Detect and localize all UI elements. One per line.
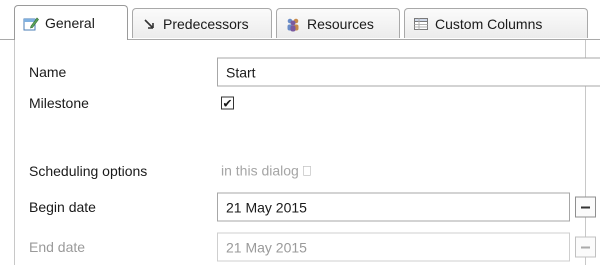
tab-custom-columns[interactable]: Custom Columns [404, 8, 588, 38]
milestone-label: Milestone [29, 95, 89, 111]
begin-date-row: Begin date 21 May 2015 [29, 192, 596, 222]
scheduling-row: Scheduling options in this dialog ⎕ [29, 156, 585, 186]
tab-general[interactable]: General [14, 5, 128, 40]
tab-predecessors-label: Predecessors [163, 15, 249, 32]
milestone-row: Milestone ✔ [29, 88, 585, 118]
minus-icon [581, 246, 590, 248]
general-edit-icon [23, 15, 39, 31]
name-label: Name [29, 64, 67, 80]
tab-strip: General Predecessors Resources Custom Co… [0, 0, 600, 40]
begin-date-value: 21 May 2015 [226, 199, 307, 215]
resources-people-icon [285, 16, 301, 32]
end-date-row: End date 21 May 2015 [29, 232, 596, 262]
scheduling-hint: in this dialog ⎕ [221, 162, 312, 179]
tab-resources[interactable]: Resources [276, 8, 400, 38]
minus-icon [581, 206, 590, 208]
begin-date-toggle-button[interactable] [575, 196, 596, 218]
milestone-checkbox[interactable]: ✔ [221, 96, 234, 110]
tab-resources-label: Resources [307, 15, 374, 32]
end-date-field[interactable]: 21 May 2015 [217, 232, 570, 262]
end-date-label: End date [29, 239, 86, 255]
tab-general-label: General [45, 15, 95, 31]
checkmark-icon: ✔ [222, 96, 233, 110]
begin-date-field[interactable]: 21 May 2015 [217, 192, 570, 222]
begin-date-label: Begin date [29, 199, 96, 215]
custom-columns-table-icon [413, 16, 429, 32]
tab-predecessors[interactable]: Predecessors [132, 8, 272, 38]
general-panel: Name Start Milestone ✔ Scheduling option… [14, 40, 600, 265]
end-date-value: 21 May 2015 [226, 239, 307, 255]
tab-custom-columns-label: Custom Columns [435, 15, 543, 32]
name-field[interactable]: Start [217, 57, 600, 87]
name-row: Name Start [29, 57, 600, 87]
end-date-toggle-button[interactable] [575, 236, 596, 258]
scheduling-label: Scheduling options [29, 163, 148, 179]
name-value: Start [226, 64, 256, 80]
predecessors-arrow-icon [141, 16, 157, 32]
